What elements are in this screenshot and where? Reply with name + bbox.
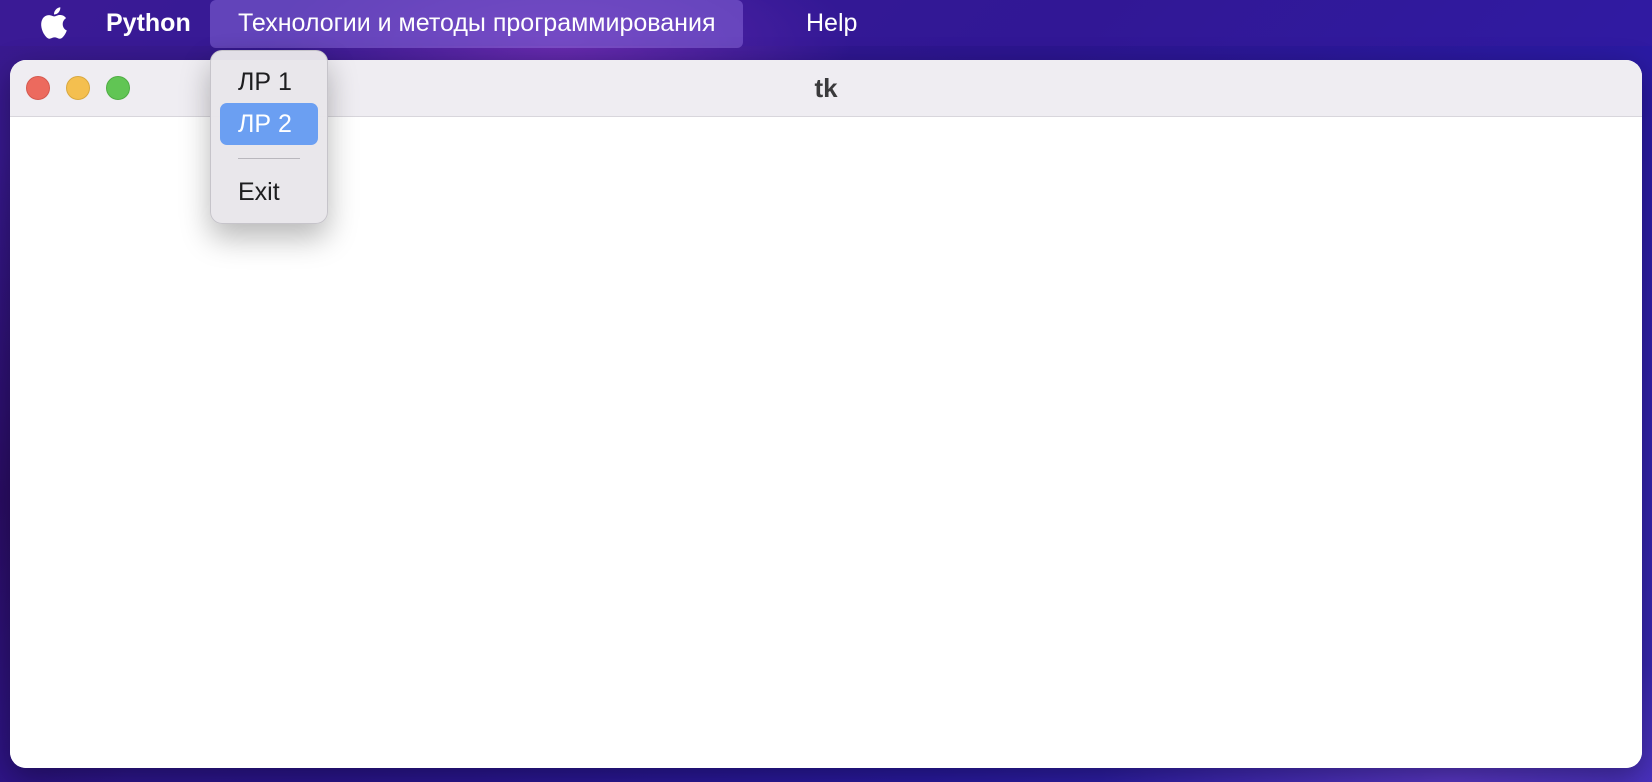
menu-item-exit[interactable]: Exit <box>220 171 318 213</box>
menu-item-lr2[interactable]: ЛР 2 <box>220 103 318 145</box>
menu-bar: Python Технологии и методы программирова… <box>0 0 1652 48</box>
menu-separator <box>238 158 300 159</box>
menu-help[interactable]: Help <box>806 0 857 46</box>
menu-item-lr1[interactable]: ЛР 1 <box>220 61 318 103</box>
dropdown-menu: ЛР 1 ЛР 2 Exit <box>210 50 328 224</box>
menu-app-python[interactable]: Python <box>106 0 191 46</box>
menu-tech-methods[interactable]: Технологии и методы программирования <box>210 0 744 48</box>
apple-logo-icon[interactable] <box>38 6 68 40</box>
